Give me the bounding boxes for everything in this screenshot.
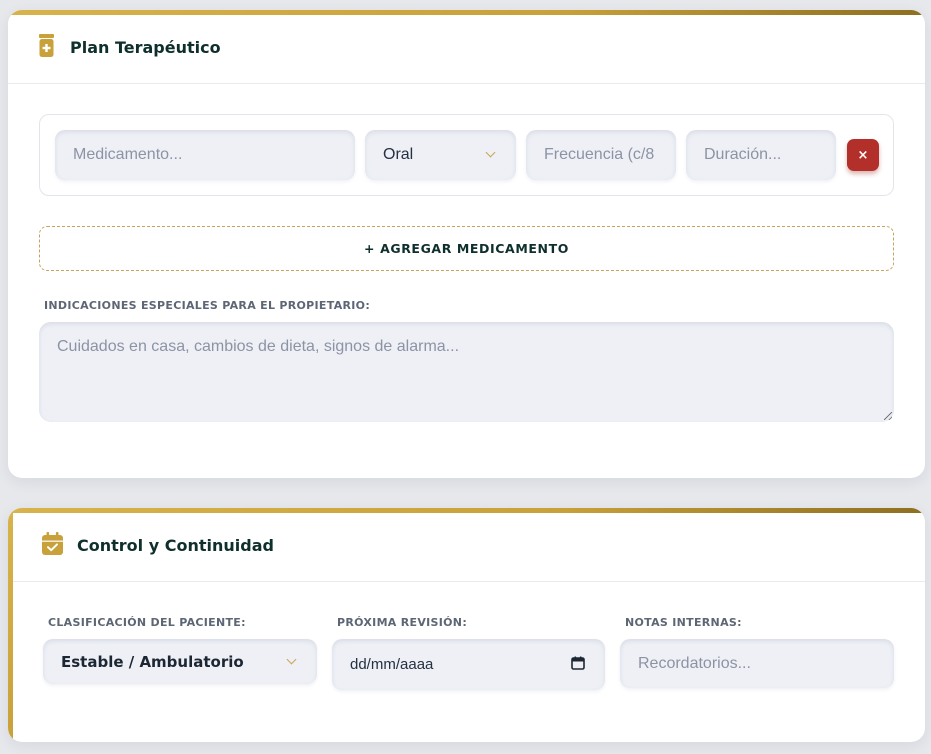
duration-input[interactable]: Duración...: [686, 130, 836, 180]
frequency-input[interactable]: Frecuencia (c/8: [526, 130, 676, 180]
control-continuity-card: Control y Continuidad CLASIFICACIÓN DEL …: [8, 508, 925, 742]
route-select-value: Oral: [383, 146, 414, 163]
therapeutic-plan-title: Plan Terapéutico: [70, 38, 221, 57]
classification-select-value: Estable / Ambulatorio: [61, 652, 244, 671]
add-medication-button[interactable]: + AGREGAR MEDICAMENTO: [39, 226, 894, 271]
chevron-down-icon: [286, 654, 297, 665]
next-review-date-value: dd/mm/aaaa: [350, 656, 434, 673]
indications-placeholder: Cuidados en casa, cambios de dieta, sign…: [57, 338, 460, 355]
indications-label: INDICACIONES ESPECIALES PARA EL PROPIETA…: [44, 299, 371, 312]
next-review-date-input[interactable]: dd/mm/aaaa: [332, 639, 605, 690]
calendar-icon[interactable]: [571, 656, 585, 674]
classification-select[interactable]: Estable / Ambulatorio: [43, 639, 317, 684]
close-icon: ×: [857, 147, 869, 163]
classification-label: CLASIFICACIÓN DEL PACIENTE:: [48, 616, 246, 629]
indications-textarea[interactable]: Cuidados en casa, cambios de dieta, sign…: [39, 322, 894, 422]
internal-notes-input[interactable]: Recordatorios...: [620, 639, 894, 688]
therapeutic-plan-card: Plan Terapéutico Medicamento... Oral Fre…: [8, 10, 925, 478]
remove-medication-button[interactable]: ×: [847, 139, 879, 171]
calendar-check-icon: [42, 532, 63, 559]
route-select[interactable]: Oral: [365, 130, 516, 180]
control-continuity-title: Control y Continuidad: [77, 536, 274, 555]
medication-input[interactable]: Medicamento...: [55, 130, 355, 180]
chevron-down-icon: [485, 147, 496, 158]
medication-row: Medicamento... Oral Frecuencia (c/8 Dura…: [39, 114, 894, 196]
medicine-bottle-icon: [38, 34, 55, 62]
therapeutic-plan-header: Plan Terapéutico: [8, 15, 925, 84]
control-continuity-header: Control y Continuidad: [8, 513, 925, 582]
next-review-label: PRÓXIMA REVISIÓN:: [337, 616, 468, 629]
resize-handle-icon[interactable]: [884, 412, 892, 420]
internal-notes-label: NOTAS INTERNAS:: [625, 616, 742, 629]
